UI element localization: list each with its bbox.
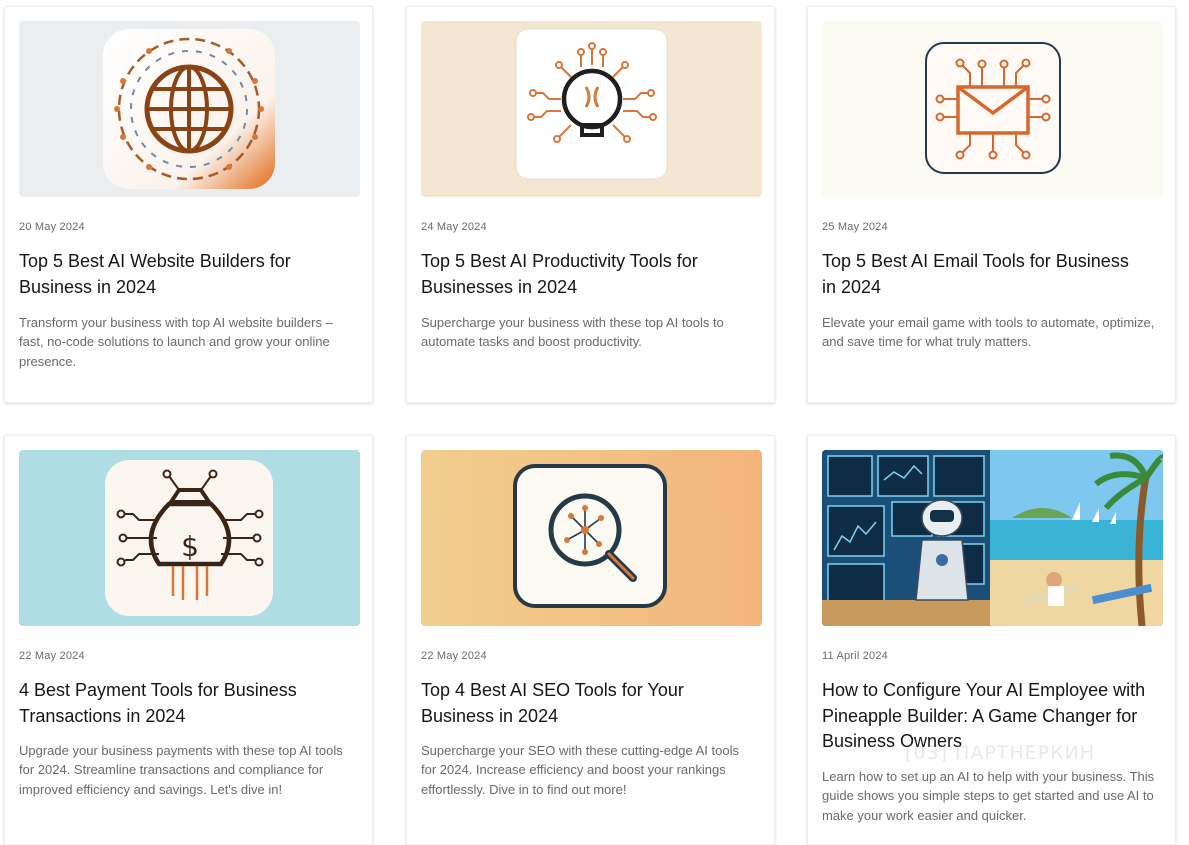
post-excerpt: Upgrade your business payments with thes… [19, 743, 343, 797]
svg-text:$: $ [181, 530, 199, 563]
post-excerpt: Elevate your email game with tools to au… [822, 315, 1155, 350]
post-title[interactable]: Top 5 Best AI Website Builders for Busin… [19, 249, 339, 300]
money-bag-circuit-icon: $ [105, 460, 273, 616]
post-thumbnail[interactable] [421, 450, 762, 626]
post-thumbnail[interactable] [822, 21, 1163, 197]
post-date: 11 April 2024 [822, 650, 889, 662]
post-title[interactable]: How to Configure Your AI Employee with P… [822, 678, 1152, 755]
post-excerpt: Supercharge your business with these top… [421, 315, 724, 350]
post-card[interactable]: 11 April 2024 How to Configure Your AI E… [807, 435, 1176, 845]
post-title[interactable]: Top 4 Best AI SEO Tools for Your Busines… [421, 678, 741, 729]
post-card[interactable]: 22 May 2024 Top 4 Best AI SEO Tools for … [406, 435, 775, 845]
post-title[interactable]: Top 5 Best AI Productivity Tools for Bus… [421, 249, 741, 300]
post-card[interactable]: 25 May 2024 Top 5 Best AI Email Tools fo… [807, 6, 1176, 403]
post-excerpt: Supercharge your SEO with these cutting-… [421, 743, 739, 797]
post-date: 25 May 2024 [822, 221, 888, 233]
post-date: 20 May 2024 [19, 221, 85, 233]
post-card[interactable]: $ 22 May 2024 4 Best Payment Tools for B… [4, 435, 373, 845]
magnifier-circuit-icon [513, 464, 667, 608]
post-date: 22 May 2024 [19, 650, 85, 662]
globe-circuit-icon [103, 29, 275, 189]
post-date: 24 May 2024 [421, 221, 487, 233]
post-excerpt: Transform your business with top AI webs… [19, 315, 333, 369]
post-excerpt: Learn how to set up an AI to help with y… [822, 769, 1155, 823]
post-thumbnail[interactable]: $ [19, 450, 360, 626]
envelope-circuit-icon [925, 42, 1061, 174]
post-card[interactable]: 20 May 2024 Top 5 Best AI Website Builde… [4, 6, 373, 403]
post-thumbnail[interactable] [822, 450, 1163, 626]
post-thumbnail[interactable] [421, 21, 762, 197]
post-date: 22 May 2024 [421, 650, 487, 662]
robot-beach-illustration [822, 450, 1163, 626]
post-title[interactable]: 4 Best Payment Tools for Business Transa… [19, 678, 339, 729]
post-thumbnail[interactable] [19, 21, 360, 197]
post-title[interactable]: Top 5 Best AI Email Tools for Business i… [822, 249, 1142, 300]
post-card[interactable]: 24 May 2024 Top 5 Best AI Productivity T… [406, 6, 775, 403]
lightbulb-circuit-icon [515, 28, 668, 180]
